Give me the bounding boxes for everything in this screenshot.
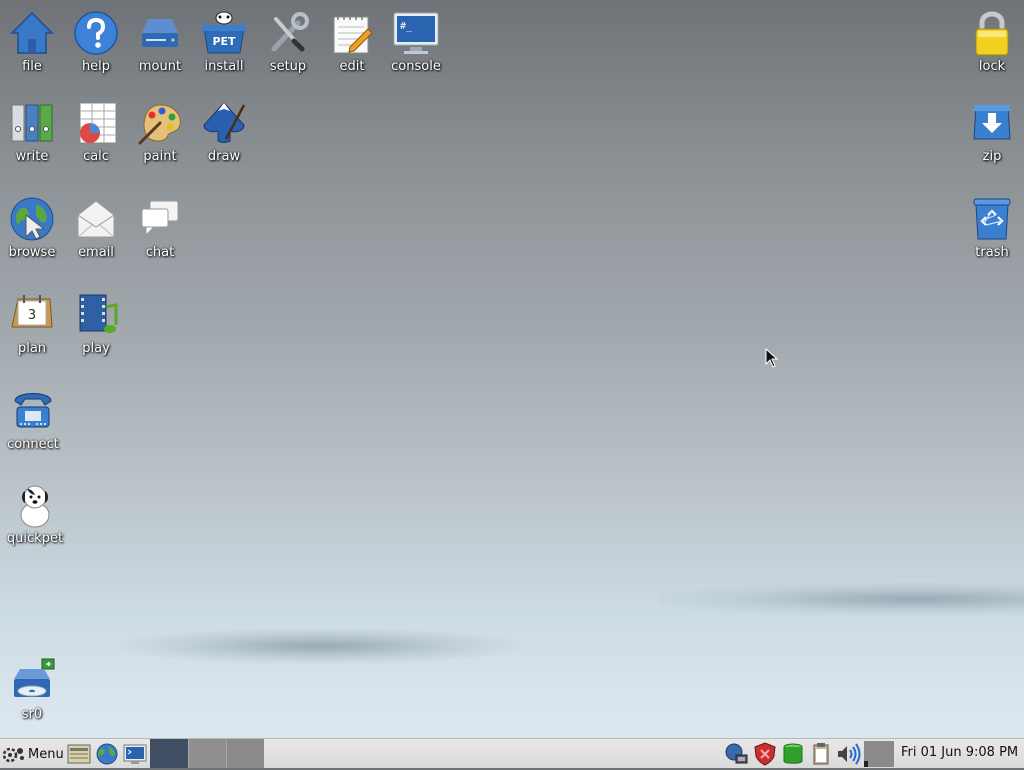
desktop-icon-sr0[interactable]: sr0 [0, 657, 64, 723]
globe-icon [10, 197, 54, 241]
terminal-icon: #_ [393, 12, 439, 54]
workspace-3[interactable] [226, 739, 264, 768]
drive-icon [142, 19, 178, 47]
quicklaunch-files[interactable] [66, 742, 92, 766]
desktop-icon-setup[interactable]: setup [256, 9, 320, 75]
speaker-icon [838, 743, 861, 765]
notepad-icon [333, 14, 373, 54]
tray-network[interactable] [724, 742, 748, 766]
padlock-icon [975, 11, 1009, 56]
desktop-icon-calc[interactable]: calc [64, 99, 128, 165]
terminal-icon [123, 744, 147, 764]
icon-label: chat [145, 245, 175, 260]
icon-label: mount [138, 59, 182, 74]
tray-firewall[interactable] [753, 742, 777, 766]
desktop-icon-file[interactable]: file [0, 9, 64, 75]
calendar-icon: 3 [11, 295, 53, 328]
workspace-2[interactable] [188, 739, 226, 768]
recycle-bin-icon [973, 198, 1011, 240]
desktop-icon-lock[interactable]: lock [960, 9, 1024, 75]
tray-clipboard[interactable] [809, 742, 833, 766]
chat-bubbles-icon [141, 200, 179, 237]
disk-usage-icon [783, 743, 803, 764]
file-manager-icon [67, 744, 91, 764]
icon-label: paint [143, 149, 177, 164]
clock[interactable]: Fri 01 Jun 9:08 PM [901, 745, 1018, 760]
spreadsheet-icon [79, 102, 117, 144]
desktop-icon-draw[interactable]: draw [192, 99, 256, 165]
desktop-icon-edit[interactable]: edit [320, 9, 384, 75]
media-icon [79, 294, 118, 333]
background-haze [120, 628, 520, 664]
taskbar: Menu Fri 01 Jun 9:08 PM [0, 738, 1024, 768]
desktop-icon-chat[interactable]: chat [128, 195, 192, 261]
desktop-icon-help[interactable]: help [64, 9, 128, 75]
icon-label: help [81, 59, 111, 74]
icon-label: file [22, 59, 42, 74]
desktop-icon-browse[interactable]: browse [0, 195, 64, 261]
icon-label: calc [83, 149, 109, 164]
package-icon: PET [202, 11, 246, 54]
help-icon [74, 11, 118, 55]
mouse-pointer-icon [765, 348, 779, 368]
tray-cpu-monitor[interactable] [864, 741, 894, 767]
icon-label: connect [7, 437, 59, 452]
clipboard-icon [813, 743, 829, 765]
icon-label: plan [17, 341, 47, 356]
icon-label: play [82, 341, 110, 356]
terminal-prompt-text: #_ [400, 21, 413, 32]
icon-label: lock [978, 59, 1006, 74]
cpu-graph-bar [864, 761, 868, 767]
desktop-icon-connect[interactable]: connect [1, 387, 65, 453]
background-haze [660, 582, 1024, 616]
wrench-icon [271, 12, 309, 52]
puppy-icon [20, 485, 50, 528]
tray-storage[interactable] [781, 742, 805, 766]
globe-icon [96, 743, 118, 765]
home-icon [10, 11, 54, 54]
desktop-icon-console[interactable]: #_ console [384, 9, 448, 75]
calendar-day-text: 3 [28, 308, 36, 323]
tray-volume[interactable] [836, 742, 861, 766]
icon-label: email [78, 245, 114, 260]
shield-icon [754, 742, 776, 766]
icon-label: edit [339, 59, 365, 74]
telephone-icon [14, 393, 52, 428]
quicklaunch-terminal[interactable] [122, 742, 148, 766]
desktop-icon-mount[interactable]: mount [128, 9, 192, 75]
desktop-icon-paint[interactable]: paint [128, 99, 192, 165]
desktop[interactable]: file help mount PET install setup edit #… [0, 0, 1024, 738]
envelope-icon [77, 200, 115, 238]
quicklaunch-browser[interactable] [94, 742, 120, 766]
desktop-icon-install[interactable]: PET install [192, 9, 256, 75]
desktop-icon-zip[interactable]: zip [960, 99, 1024, 165]
desktop-icon-plan[interactable]: 3 plan [0, 291, 64, 357]
icon-label: draw [207, 149, 241, 164]
menu-label: Menu [28, 746, 64, 762]
icon-label: setup [269, 59, 307, 74]
icon-label: browse [8, 245, 56, 260]
icon-label: sr0 [21, 707, 43, 722]
optical-drive-icon [14, 658, 55, 697]
start-menu-button[interactable]: Menu [2, 743, 64, 765]
icon-label: install [204, 59, 244, 74]
workspace-1[interactable] [150, 739, 188, 768]
binders-icon [11, 104, 53, 142]
icon-label: console [391, 59, 441, 74]
desktop-icon-trash[interactable]: trash [960, 195, 1024, 261]
paw-gear-icon [2, 747, 24, 763]
desktop-icon-quickpet[interactable]: quickpet [3, 481, 67, 547]
desktop-icon-write[interactable]: write [0, 99, 64, 165]
desktop-icon-play[interactable]: play [64, 291, 128, 357]
icon-label: write [15, 149, 49, 164]
palette-icon [138, 104, 181, 145]
desktop-icon-email[interactable]: email [64, 195, 128, 261]
icon-label: quickpet [6, 531, 64, 546]
icon-label: trash [975, 245, 1009, 260]
archive-icon [973, 105, 1011, 140]
pet-text: PET [212, 35, 236, 48]
inkscape-icon [203, 102, 246, 143]
icon-label: zip [982, 149, 1002, 164]
network-icon [725, 743, 748, 764]
